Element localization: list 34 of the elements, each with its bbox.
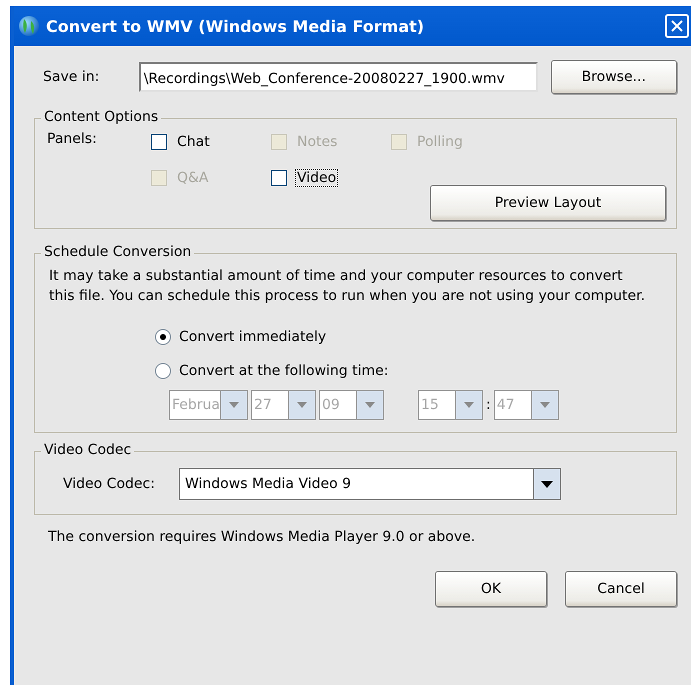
caret-icon [541,480,553,488]
dialog-button[interactable]: OK [435,571,547,607]
window-title: Convert to WMV (Windows Media Format) [46,16,426,36]
radio-button[interactable] [155,329,171,345]
checkbox-label: Video [295,169,338,187]
dialog-button[interactable]: Cancel [565,571,677,607]
browse-button[interactable]: Browse... [550,60,677,94]
checkbox-label: Chat [176,133,211,151]
checkbox[interactable] [271,170,287,186]
globe-icon [18,15,40,37]
close-icon [671,20,683,32]
save-in-label: Save in: [42,69,100,85]
video-codec-label: Video Codec: [62,476,156,492]
caret-icon [297,402,307,408]
requirement-note: The conversion requires Windows Media Player 9.0 or above. [48,529,476,545]
radio-button[interactable] [155,363,171,379]
checkbox-label: Notes [296,133,338,151]
radio-label: Convert at the following time: [179,363,388,379]
panels-label: Panels: [47,131,98,149]
preview-layout-button[interactable]: Preview Layout [430,185,666,221]
caret-icon [464,402,474,408]
close-button[interactable] [665,14,689,38]
codec-dropdown[interactable]: Windows Media Video 9 [179,468,561,500]
checkbox-label: Polling [416,133,464,151]
description-text: It may take a substantial amount of time and your computer resources to convert this file. You can schedule this process to run when you are not using your computer. [49,267,646,306]
path-field[interactable]: \Recordings\Web_Conference-20080227_1900.wmv [138,62,538,92]
group-title: Content Options [41,109,162,125]
caret-icon [540,402,550,408]
time-separator: : [486,397,491,413]
radio-label: Convert immediately [179,329,326,345]
caret-icon [365,402,375,408]
checkbox[interactable] [151,134,167,150]
checkbox-label: Q&A [176,169,210,187]
caret-icon [229,402,239,408]
